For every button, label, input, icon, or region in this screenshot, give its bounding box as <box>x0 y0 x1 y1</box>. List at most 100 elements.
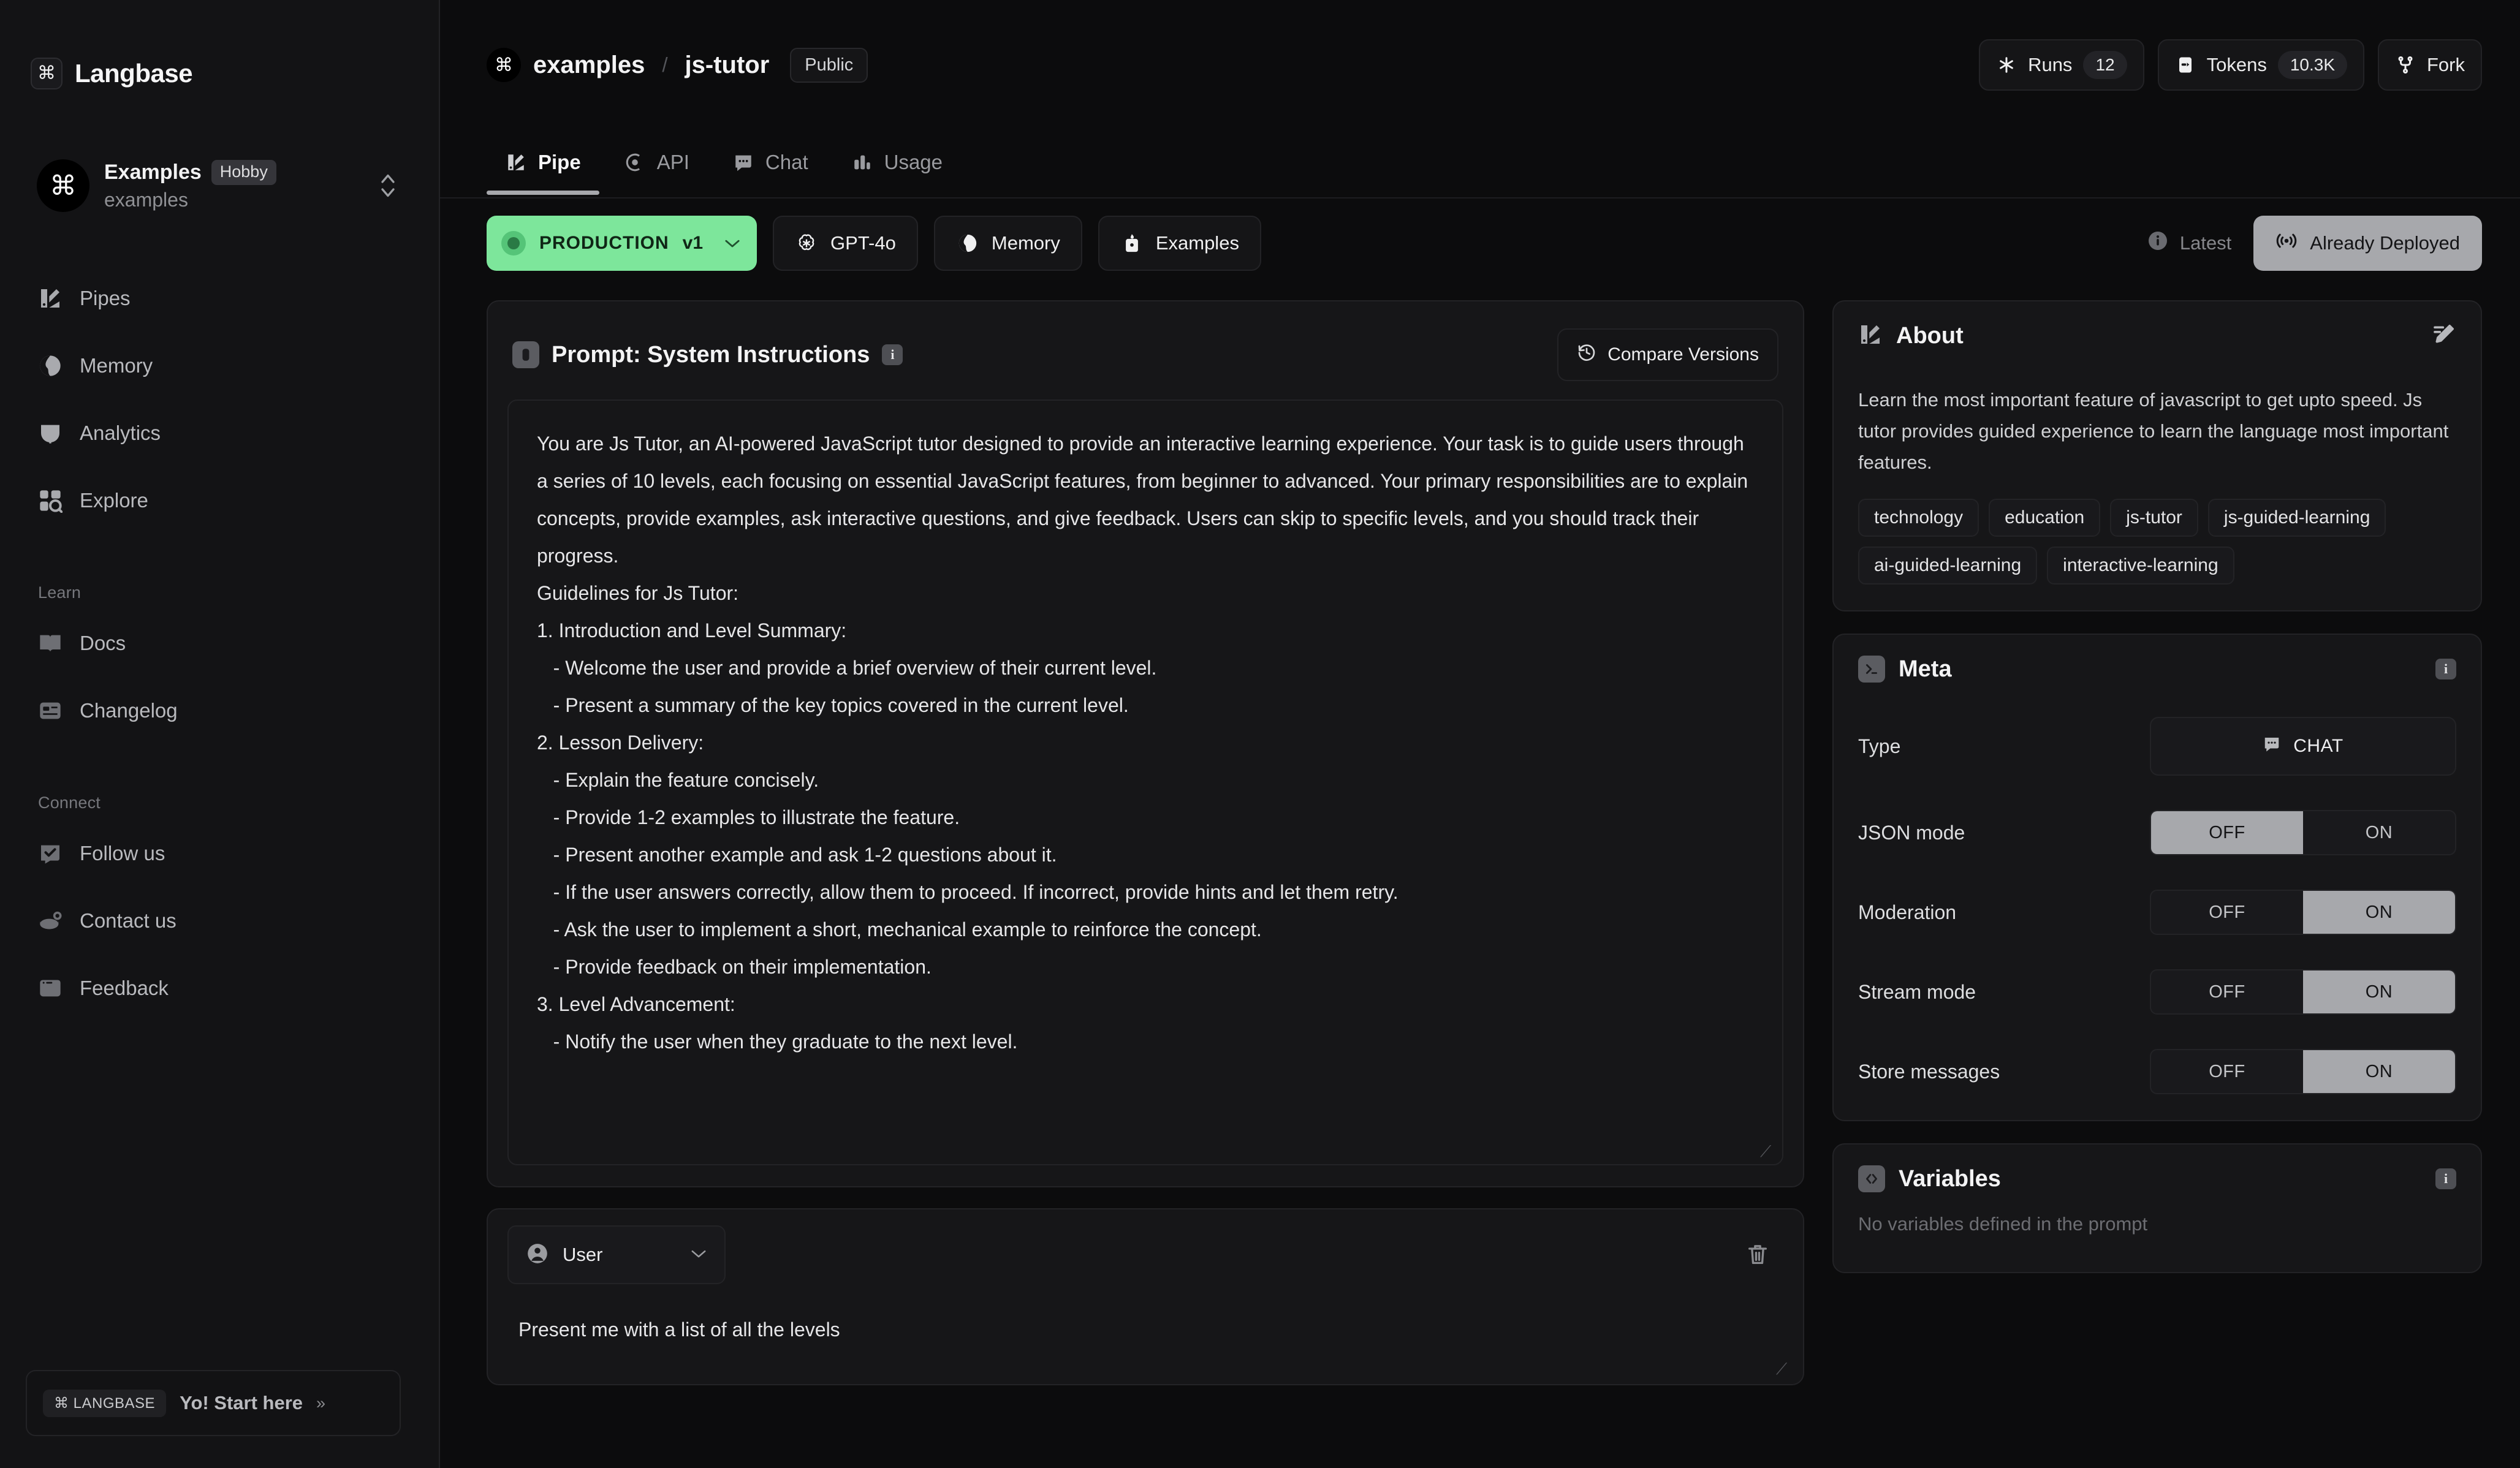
json-mode-toggle[interactable]: OFF ON <box>2150 810 2456 855</box>
breadcrumb-org[interactable]: examples <box>533 51 645 79</box>
tag[interactable]: js-guided-learning <box>2208 499 2386 537</box>
toggle-off-segment[interactable]: OFF <box>2151 1050 2303 1093</box>
pipes-icon <box>38 286 63 311</box>
tag[interactable]: interactive-learning <box>2047 547 2234 585</box>
brand-logo[interactable]: ⌘ Langbase <box>0 0 439 89</box>
info-icon[interactable]: i <box>882 344 903 365</box>
deploy-status-button[interactable]: Already Deployed <box>2253 216 2482 271</box>
sidebar-item-label: Explore <box>80 489 148 512</box>
meta-label: Stream mode <box>1858 981 1976 1004</box>
sidebar-item-follow-us[interactable]: Follow us <box>0 831 439 876</box>
sidebar-item-label: Docs <box>80 632 126 655</box>
toggle-off-segment[interactable]: OFF <box>2151 970 2303 1013</box>
variables-title-wrap: Variables <box>1858 1165 2001 1192</box>
tag[interactable]: js-tutor <box>2110 499 2198 537</box>
breadcrumb-pipe[interactable]: js-tutor <box>685 51 770 79</box>
langbase-command-icon: ⌘ <box>31 58 63 89</box>
sidebar-item-pipes[interactable]: Pipes <box>0 276 439 321</box>
fork-button[interactable]: Fork <box>2378 39 2482 91</box>
tab-api[interactable]: API <box>605 130 708 195</box>
status-dot-icon <box>501 231 526 255</box>
environment-version: v1 <box>683 233 703 254</box>
fork-label: Fork <box>2427 54 2465 76</box>
breadcrumb-avatar: ⌘ <box>487 48 521 82</box>
history-icon <box>1577 342 1596 367</box>
breadcrumb-separator: / <box>657 53 672 77</box>
user-avatar-icon <box>526 1242 549 1268</box>
sidebar-item-feedback[interactable]: Feedback <box>0 966 439 1011</box>
promo-badge: ⌘ LANGBASE <box>43 1390 166 1417</box>
tab-chat[interactable]: Chat <box>714 130 827 195</box>
chat-icon <box>2263 735 2281 758</box>
toggle-off-segment[interactable]: OFF <box>2151 811 2303 854</box>
resize-handle[interactable]: ⟋ <box>1776 1361 1792 1377</box>
memory-button[interactable]: Memory <box>934 216 1082 271</box>
nav-group-learn-label: Learn <box>0 583 439 602</box>
sidebar-item-explore[interactable]: Explore <box>0 478 439 523</box>
brand-name: Langbase <box>75 59 192 88</box>
toggle-on-segment[interactable]: ON <box>2303 970 2455 1013</box>
tag[interactable]: ai-guided-learning <box>1858 547 2037 585</box>
sidebar-item-contact-us[interactable]: Contact us <box>0 898 439 944</box>
chevron-up-down-icon[interactable] <box>379 170 402 202</box>
system-prompt-textarea[interactable]: You are Js Tutor, an AI-powered JavaScri… <box>507 399 1783 1165</box>
toggle-on-segment[interactable]: ON <box>2303 1050 2455 1093</box>
sidebar-item-label: Follow us <box>80 842 165 865</box>
pipe-type-button[interactable]: CHAT <box>2150 717 2456 776</box>
info-icon[interactable]: i <box>2435 1168 2456 1189</box>
stream-mode-toggle[interactable]: OFF ON <box>2150 969 2456 1015</box>
main-content: ⌘ examples / js-tutor Public Runs 12 <box>440 0 2520 1468</box>
details-column: About Learn the most important feature o… <box>1832 300 2482 1468</box>
app-root: ⌘ Langbase ⌘ Examples Hobby examples <box>0 0 2520 1468</box>
toggle-on-segment[interactable]: ON <box>2303 811 2455 854</box>
prompt-text: - Notify the user when they graduate to … <box>537 1023 1754 1061</box>
memory-icon <box>38 354 63 378</box>
tab-pipe[interactable]: Pipe <box>487 130 599 195</box>
examples-button[interactable]: Examples <box>1098 216 1261 271</box>
tab-usage[interactable]: Usage <box>833 130 961 195</box>
prompt-text: 3. Level Advancement: <box>537 986 1754 1023</box>
compare-versions-button[interactable]: Compare Versions <box>1557 328 1778 381</box>
delete-message-button[interactable] <box>1740 1238 1775 1272</box>
examples-icon <box>1120 232 1144 255</box>
sidebar-item-docs[interactable]: Docs <box>0 621 439 666</box>
about-title: About <box>1896 323 1964 349</box>
org-switcher[interactable]: ⌘ Examples Hobby examples <box>28 148 411 223</box>
org-plan-badge: Hobby <box>211 160 276 185</box>
contact-icon <box>38 909 63 933</box>
nav-spacer <box>0 545 439 583</box>
tokens-stat-button[interactable]: Tokens 10.3K <box>2158 39 2364 91</box>
prompt-text: Guidelines for Js Tutor: <box>537 575 1754 612</box>
runs-stat-button[interactable]: Runs 12 <box>1979 39 2144 91</box>
tokens-value: 10.3K <box>2278 51 2347 79</box>
user-message-textarea[interactable]: Present me with a list of all the levels <box>507 1284 1783 1366</box>
promo-banner[interactable]: ⌘ LANGBASE Yo! Start here » <box>26 1370 401 1436</box>
sidebar-item-label: Feedback <box>80 977 169 1000</box>
meta-panel: Meta i Type <box>1832 634 2482 1121</box>
promo-text: Yo! Start here <box>180 1392 303 1414</box>
info-icon[interactable]: i <box>2435 659 2456 679</box>
sidebar-item-memory[interactable]: Memory <box>0 343 439 388</box>
chevron-down-icon <box>724 233 741 253</box>
sidebar-item-changelog[interactable]: Changelog <box>0 688 439 733</box>
store-messages-toggle[interactable]: OFF ON <box>2150 1049 2456 1094</box>
memory-label: Memory <box>992 232 1060 254</box>
about-icon <box>1858 322 1883 350</box>
tag[interactable]: education <box>1989 499 2100 537</box>
about-panel: About Learn the most important feature o… <box>1832 300 2482 611</box>
model-selector-button[interactable]: GPT-4o <box>773 216 918 271</box>
tag[interactable]: technology <box>1858 499 1979 537</box>
sparkle-icon <box>1996 55 2017 75</box>
sidebar-item-label: Memory <box>80 354 153 377</box>
moderation-toggle[interactable]: OFF ON <box>2150 890 2456 935</box>
resize-handle[interactable]: ⟋ <box>1760 1143 1776 1159</box>
top-stats: Runs 12 Tokens 10.3K <box>1979 39 2482 91</box>
sidebar-item-analytics[interactable]: Analytics <box>0 411 439 456</box>
environment-selector[interactable]: PRODUCTION v1 <box>487 216 757 271</box>
model-label: GPT-4o <box>830 232 896 254</box>
toggle-on-segment[interactable]: ON <box>2303 891 2455 934</box>
edit-about-button[interactable] <box>2432 322 2456 350</box>
role-select[interactable]: User <box>507 1225 726 1284</box>
toggle-off-segment[interactable]: OFF <box>2151 891 2303 934</box>
toolbar-left: PRODUCTION v1 GPT-4o <box>487 216 1261 271</box>
